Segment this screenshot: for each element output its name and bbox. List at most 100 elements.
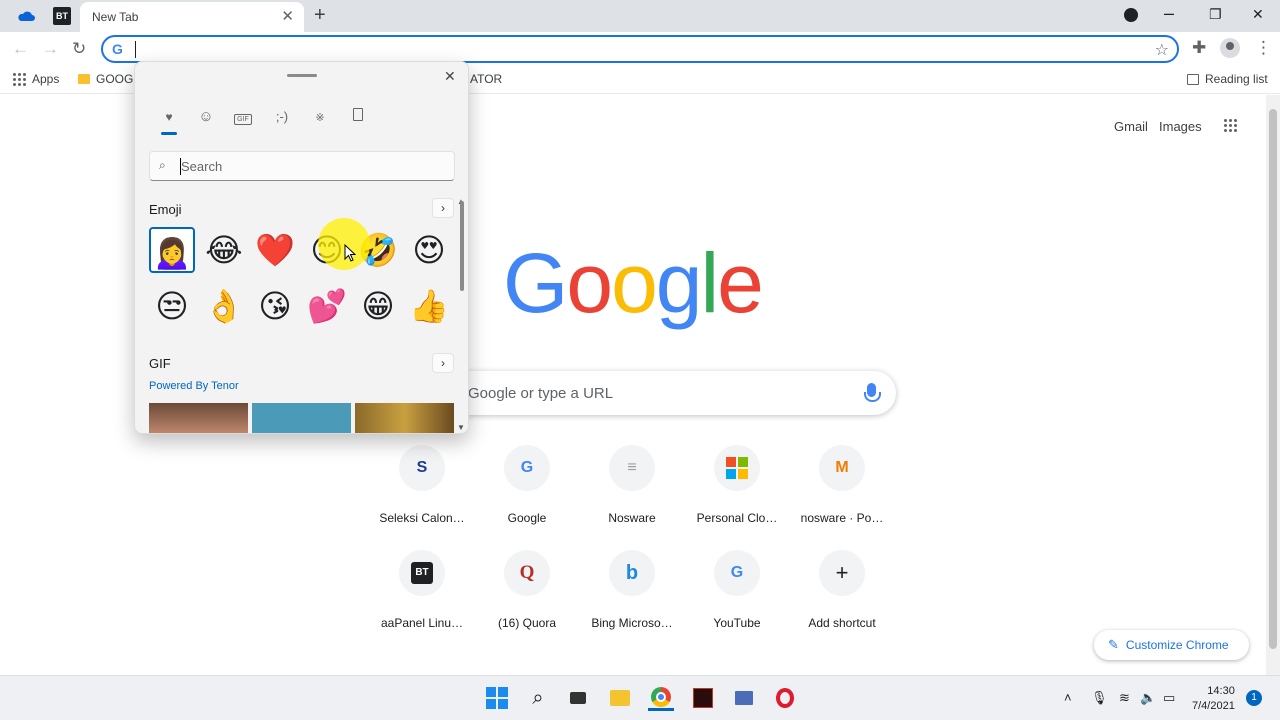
system-clock[interactable]: 14:30 7/4/2021 bbox=[1192, 684, 1235, 714]
customize-chrome-button[interactable]: ✎ Customize Chrome bbox=[1094, 630, 1249, 660]
emoji-close-icon[interactable]: ✕ bbox=[444, 68, 456, 85]
onedrive-tab[interactable] bbox=[12, 4, 40, 28]
google-apps-icon[interactable] bbox=[1224, 119, 1237, 132]
reading-list-button[interactable]: Reading list bbox=[1187, 72, 1268, 86]
shortcut-tile[interactable]: Q (16) Quora bbox=[477, 550, 577, 646]
extensions-icon[interactable]: ✚ bbox=[1192, 39, 1206, 57]
file-explorer-button[interactable] bbox=[607, 685, 633, 711]
bookmark-partial[interactable]: ATOR bbox=[470, 72, 502, 86]
tab-kaomoji[interactable]: ;-) bbox=[271, 106, 293, 128]
bookmark-folder[interactable]: GOOGL bbox=[78, 72, 140, 86]
search-placeholder: Google or type a URL bbox=[468, 385, 614, 402]
gif-thumbnail[interactable] bbox=[252, 403, 351, 433]
folder-icon bbox=[78, 74, 90, 84]
volume-icon[interactable]: 🔈 bbox=[1140, 690, 1156, 706]
minimize-button[interactable]: – bbox=[1164, 3, 1174, 24]
taskbar-search-button[interactable]: ⌕ bbox=[525, 685, 551, 711]
shortcut-label: (16) Quora bbox=[497, 616, 557, 630]
tab-gif[interactable]: GIF bbox=[232, 106, 254, 128]
forward-icon[interactable]: → bbox=[42, 40, 59, 58]
emoji-item[interactable]: 😒 bbox=[149, 283, 195, 329]
app-taskbar-button[interactable] bbox=[690, 685, 716, 711]
tray-expand-icon[interactable]: ˄ bbox=[1064, 690, 1072, 705]
emoji-more-arrow[interactable]: › bbox=[432, 198, 454, 218]
task-view-button[interactable] bbox=[565, 685, 591, 711]
gif-thumbnail[interactable] bbox=[355, 403, 454, 433]
tab-title: New Tab bbox=[92, 10, 139, 24]
images-link[interactable]: Images bbox=[1159, 119, 1202, 134]
remote-desktop-icon bbox=[735, 691, 753, 705]
bookmark-label: Apps bbox=[32, 72, 60, 86]
reload-icon[interactable]: ↻ bbox=[72, 40, 86, 58]
gif-more-arrow[interactable]: › bbox=[432, 353, 454, 373]
back-icon[interactable]: ← bbox=[12, 40, 29, 58]
shortcut-tile[interactable]: S Seleksi Calon… bbox=[372, 445, 472, 541]
bookmark-star-icon[interactable]: ☆ bbox=[1155, 40, 1169, 60]
tab-new-tab[interactable]: New Tab ✕ bbox=[80, 2, 304, 32]
emoji-item[interactable]: 🙍‍♀️ bbox=[149, 227, 195, 273]
new-tab-button[interactable]: + bbox=[314, 5, 326, 25]
emoji-item[interactable]: 💕 bbox=[304, 283, 350, 329]
tab-search-button[interactable] bbox=[1124, 8, 1138, 25]
drag-handle[interactable] bbox=[287, 74, 317, 77]
tab-recent[interactable]: ♥ bbox=[158, 106, 180, 128]
shortcut-favicon-icon: G bbox=[504, 445, 550, 491]
shortcut-favicon-icon: G bbox=[714, 550, 760, 596]
tab-emoji[interactable]: ☺ bbox=[195, 106, 217, 128]
opera-button[interactable] bbox=[772, 685, 798, 711]
clock-date: 7/4/2021 bbox=[1192, 700, 1235, 712]
shortcut-favicon-icon: ≡ bbox=[609, 445, 655, 491]
bookmark-apps[interactable]: Apps bbox=[13, 72, 59, 86]
shortcut-tile[interactable]: G YouTube bbox=[687, 550, 787, 646]
shortcut-label: Google bbox=[507, 511, 547, 525]
menu-kebab-icon[interactable]: ⋮ bbox=[1255, 39, 1272, 57]
profile-avatar[interactable] bbox=[1220, 38, 1240, 58]
gmail-link[interactable]: Gmail bbox=[1114, 119, 1148, 134]
emoji-item[interactable]: ❤️ bbox=[252, 227, 298, 273]
microphone-icon[interactable] bbox=[864, 383, 881, 402]
emoji-item[interactable]: 😂 bbox=[201, 227, 247, 273]
emoji-item[interactable]: 😍 bbox=[406, 227, 452, 273]
emoji-section-heading: Emoji bbox=[149, 202, 182, 217]
notification-badge[interactable]: 1 bbox=[1246, 690, 1262, 706]
google-logo: Google bbox=[503, 235, 764, 332]
emoji-search-input[interactable]: ⌕ Search bbox=[149, 151, 455, 181]
gif-thumbnail[interactable] bbox=[149, 403, 248, 433]
tab-close-icon[interactable]: ✕ bbox=[281, 9, 294, 25]
chrome-taskbar-button[interactable] bbox=[648, 685, 674, 711]
shortcut-label: Personal Clo… bbox=[696, 511, 778, 525]
tab-symbols[interactable]: ※ bbox=[309, 106, 331, 128]
restore-button[interactable]: ❐ bbox=[1209, 6, 1222, 23]
shortcut-tile[interactable]: b Bing Microso… bbox=[582, 550, 682, 646]
shortcut-tile[interactable]: Personal Clo… bbox=[687, 445, 787, 541]
add-shortcut-button[interactable]: + Add shortcut bbox=[792, 550, 892, 646]
tab-clipboard[interactable] bbox=[347, 106, 369, 128]
address-bar[interactable]: G ☆ bbox=[101, 35, 1179, 63]
logo-letter: g bbox=[655, 236, 703, 330]
start-button[interactable] bbox=[484, 685, 510, 711]
emoji-item[interactable]: 👌 bbox=[201, 283, 247, 329]
wifi-icon[interactable]: ≋ bbox=[1119, 690, 1130, 706]
bt-tab[interactable]: BT bbox=[48, 4, 76, 28]
logo-letter: l bbox=[700, 236, 720, 330]
shortcut-tile[interactable]: ≡ Nosware bbox=[582, 445, 682, 541]
window-close-button[interactable]: ✕ bbox=[1252, 6, 1264, 23]
page-scrollbar[interactable] bbox=[1266, 95, 1280, 675]
shortcut-tile[interactable]: BT aaPanel Linu… bbox=[372, 550, 472, 646]
search-placeholder: Search bbox=[181, 159, 223, 174]
microphone-icon[interactable]: 🎙 bbox=[1091, 690, 1108, 706]
reading-list-label: Reading list bbox=[1205, 72, 1268, 86]
scroll-down-icon[interactable]: ▼ bbox=[457, 423, 465, 432]
shortcut-tile[interactable]: G Google bbox=[477, 445, 577, 541]
emoji-item[interactable]: 😁 bbox=[355, 283, 401, 329]
emoji-item[interactable]: 😘 bbox=[252, 283, 298, 329]
folder-icon bbox=[610, 690, 630, 706]
shortcut-tile[interactable]: M nosware · Po… bbox=[792, 445, 892, 541]
search-input[interactable]: Google or type a URL bbox=[440, 371, 896, 415]
quora-icon: Q bbox=[504, 550, 550, 596]
emoji-scrollbar-thumb[interactable] bbox=[460, 201, 464, 291]
scrollbar-thumb[interactable] bbox=[1269, 109, 1277, 649]
emoji-item[interactable]: 👍 bbox=[406, 283, 452, 329]
remote-desktop-button[interactable] bbox=[731, 685, 757, 711]
battery-icon[interactable]: ▭ bbox=[1163, 690, 1175, 706]
